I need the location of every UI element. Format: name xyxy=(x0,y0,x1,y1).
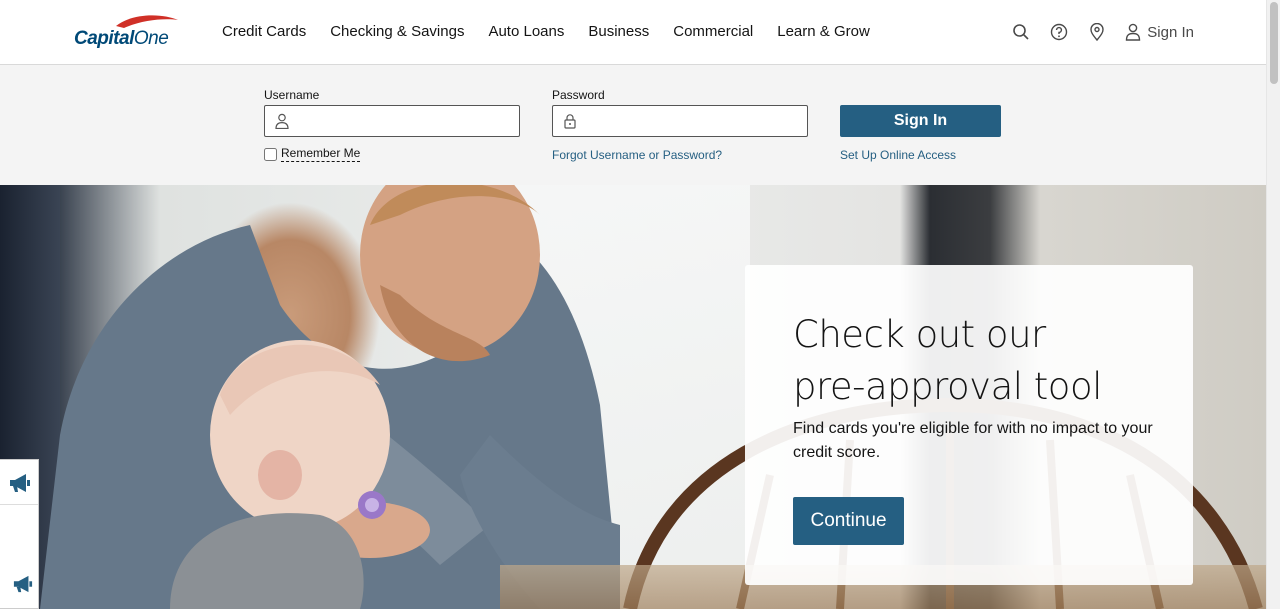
user-icon xyxy=(274,113,290,130)
nav-business[interactable]: Business xyxy=(588,23,649,40)
nav-learn-grow[interactable]: Learn & Grow xyxy=(777,23,870,40)
password-label: Password xyxy=(552,88,605,102)
main-nav: Credit Cards Checking & Savings Auto Loa… xyxy=(222,23,894,40)
logo-text-bold: Capital xyxy=(74,28,134,49)
username-label: Username xyxy=(264,88,320,102)
continue-button[interactable]: Continue xyxy=(793,497,904,545)
page-scrollbar[interactable] xyxy=(1266,0,1280,609)
sign-in-button[interactable]: Sign In xyxy=(840,105,1001,137)
forgot-credentials-link[interactable]: Forgot Username or Password? xyxy=(552,148,722,162)
logo-text-light: One xyxy=(133,28,169,49)
capital-one-logo[interactable]: CapitalOne xyxy=(72,14,186,54)
nav-auto-loans[interactable]: Auto Loans xyxy=(488,23,564,40)
site-header: CapitalOne Credit Cards Checking & Savin… xyxy=(0,0,1266,65)
promo-body: Find cards you're eligible for with no i… xyxy=(793,420,1153,461)
feedback-label: dback xyxy=(0,530,2,565)
setup-online-access-link[interactable]: Set Up Online Access xyxy=(840,148,956,162)
father-and-baby-photo xyxy=(40,185,620,609)
username-input[interactable] xyxy=(297,106,517,136)
nav-commercial[interactable]: Commercial xyxy=(673,23,753,40)
remember-me[interactable]: Remember Me xyxy=(264,146,361,162)
nav-credit-cards[interactable]: Credit Cards xyxy=(222,23,306,40)
username-field[interactable] xyxy=(264,105,520,137)
password-input[interactable] xyxy=(585,106,805,136)
lock-icon xyxy=(562,113,578,129)
header-sign-in-label: Sign In xyxy=(1147,23,1194,41)
password-field[interactable] xyxy=(552,105,808,137)
remember-me-label: Remember Me xyxy=(281,146,361,162)
location-icon[interactable] xyxy=(1087,22,1107,42)
remember-me-checkbox[interactable] xyxy=(264,147,277,161)
header-sign-in-link[interactable]: Sign In xyxy=(1125,23,1194,41)
help-icon[interactable] xyxy=(1049,22,1069,42)
user-icon xyxy=(1125,23,1141,41)
megaphone-icon xyxy=(13,575,33,593)
promo-title: Check out our pre-approval tool xyxy=(793,313,1102,408)
promo-card: Check out our pre-approval tool Find car… xyxy=(745,265,1193,585)
nav-checking-savings[interactable]: Checking & Savings xyxy=(330,23,464,40)
utility-nav: Sign In xyxy=(993,22,1194,42)
feedback-tab[interactable]: dback xyxy=(0,459,39,609)
search-icon[interactable] xyxy=(1011,22,1031,42)
megaphone-icon xyxy=(10,474,30,492)
scrollbar-thumb[interactable] xyxy=(1270,2,1278,84)
